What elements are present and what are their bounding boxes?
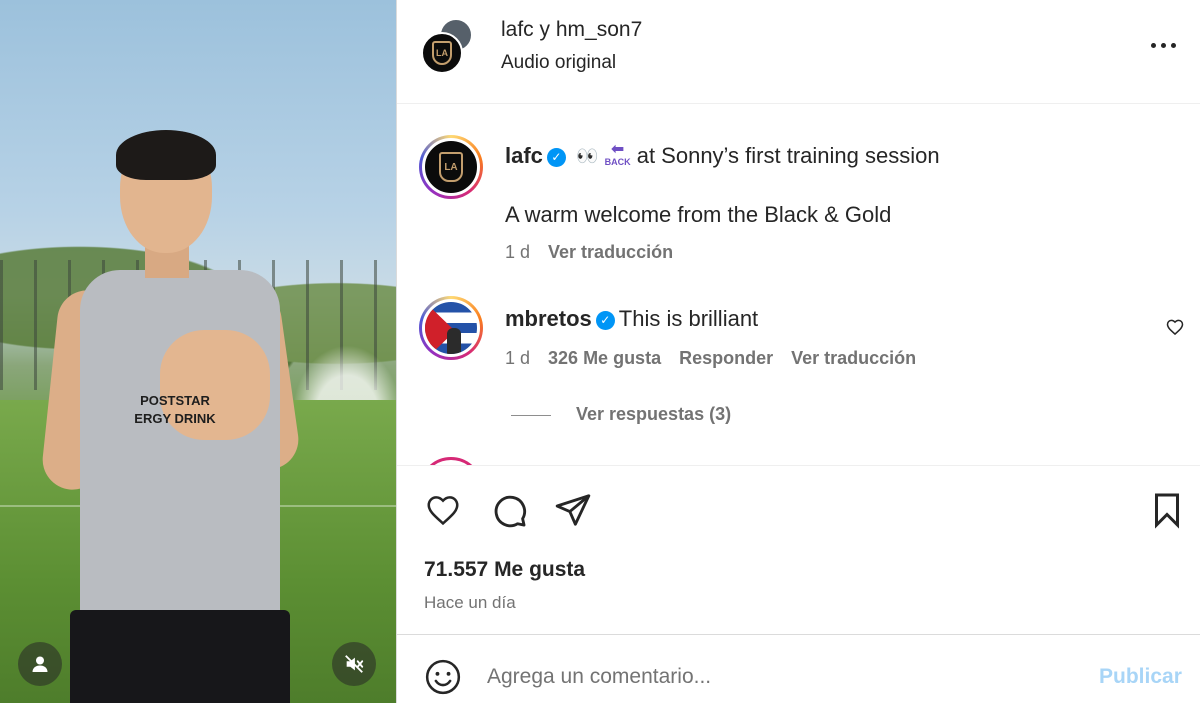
collab-usernames: lafc y hm_son7 xyxy=(501,18,642,42)
save-button[interactable] xyxy=(1145,488,1189,532)
lafc-logo: LA xyxy=(432,41,452,65)
send-paper-plane-icon xyxy=(555,494,591,526)
comment-bubble-icon xyxy=(494,495,526,528)
like-comment-button[interactable] xyxy=(1165,317,1185,342)
eyes-emoji-icon: 👀 xyxy=(576,146,599,166)
caption-translate-link[interactable]: Ver traducción xyxy=(548,242,673,262)
lafc-logo: LA xyxy=(439,152,463,182)
likes-count[interactable]: 71.557 Me gusta xyxy=(424,558,585,582)
caption-avatar-lafc[interactable]: LA xyxy=(419,135,483,199)
back-arrow-emoji-icon: ⬅ BACK xyxy=(604,141,631,168)
comment-input[interactable] xyxy=(487,657,1067,697)
comment-button[interactable] xyxy=(487,488,531,532)
smiley-face-icon xyxy=(425,659,461,695)
comment-text: This is brilliant xyxy=(618,306,759,331)
player-shirt xyxy=(80,270,280,620)
caption-time[interactable]: 1 d xyxy=(505,242,530,262)
post-actions: 71.557 Me gusta Hace un día xyxy=(397,465,1200,635)
username-hm-son7[interactable]: hm_son7 xyxy=(556,18,642,41)
post-timestamp[interactable]: Hace un día xyxy=(424,593,516,613)
collab-connector: y xyxy=(533,18,556,41)
view-replies-button[interactable]: Ver respuestas (3) xyxy=(576,404,731,425)
verified-badge-icon: ✓ xyxy=(546,148,566,167)
player-hair xyxy=(116,130,216,180)
emoji-picker-button[interactable] xyxy=(421,655,465,699)
heart-outline-icon xyxy=(1166,319,1184,336)
caption-line1: lafc ✓ 👀 ⬅ BACK at Sonny’s first training … xyxy=(505,141,940,169)
comment-composer: Publicar xyxy=(397,634,1200,703)
more-options-button[interactable] xyxy=(1143,30,1183,60)
user-icon xyxy=(32,656,48,672)
caption-text: at Sonny’s first training session xyxy=(636,143,940,168)
comment-translate-link[interactable]: Ver traducción xyxy=(791,348,916,368)
more-horizontal-icon xyxy=(1150,42,1156,48)
publish-button[interactable]: Publicar xyxy=(1099,665,1182,689)
caption-meta: 1 d Ver traducción xyxy=(505,242,691,263)
comment-time[interactable]: 1 d xyxy=(505,348,530,368)
shirt-sponsor: POSTSTAR ERGY DRINK xyxy=(134,393,216,426)
comment-username[interactable]: mbretos xyxy=(505,306,592,331)
caption-line2: A warm welcome from the Black & Gold xyxy=(505,202,892,227)
more-dot xyxy=(1170,42,1176,48)
post-panel: LA lafc y hm_son7 Audio original LA lafc… xyxy=(396,0,1200,703)
share-button[interactable] xyxy=(551,488,595,532)
post-header: LA lafc y hm_son7 Audio original xyxy=(397,0,1200,104)
speaker-muted-icon xyxy=(345,655,364,673)
caption-username[interactable]: lafc xyxy=(505,143,543,168)
reel-video[interactable]: POSTSTAR ERGY DRINK xyxy=(0,0,396,703)
mute-toggle-button[interactable] xyxy=(332,642,376,686)
player-shorts xyxy=(70,610,290,703)
comment-likes[interactable]: 326 Me gusta xyxy=(548,348,661,368)
comments-section[interactable]: LA lafc ✓ 👀 ⬅ BACK at Sonny’s first traini… xyxy=(397,105,1200,465)
username-lafc[interactable]: lafc xyxy=(501,18,534,41)
cuba-flag-image xyxy=(422,299,480,357)
bookmark-outline-icon xyxy=(1155,493,1179,529)
original-audio-link[interactable]: Audio original xyxy=(501,52,616,74)
comment-avatar-mbretos[interactable] xyxy=(419,296,483,360)
back-emoji-label: BACK xyxy=(604,157,631,167)
player-figure: POSTSTAR ERGY DRINK xyxy=(39,130,310,703)
replies-divider xyxy=(511,415,551,416)
comment-line: mbretos ✓ This is brilliant xyxy=(505,306,758,332)
avatar-lafc[interactable]: LA xyxy=(421,32,463,74)
collab-avatars[interactable]: LA xyxy=(421,18,477,76)
more-dot xyxy=(1160,42,1166,48)
reply-button[interactable]: Responder xyxy=(679,348,773,368)
next-comment-avatar[interactable] xyxy=(419,457,483,465)
heart-outline-icon xyxy=(427,496,459,526)
like-button[interactable] xyxy=(421,488,465,532)
tagged-users-button[interactable] xyxy=(18,642,62,686)
verified-badge-icon: ✓ xyxy=(595,311,615,330)
comment-meta: 1 d 326 Me gusta Responder Ver traducción xyxy=(505,348,934,369)
